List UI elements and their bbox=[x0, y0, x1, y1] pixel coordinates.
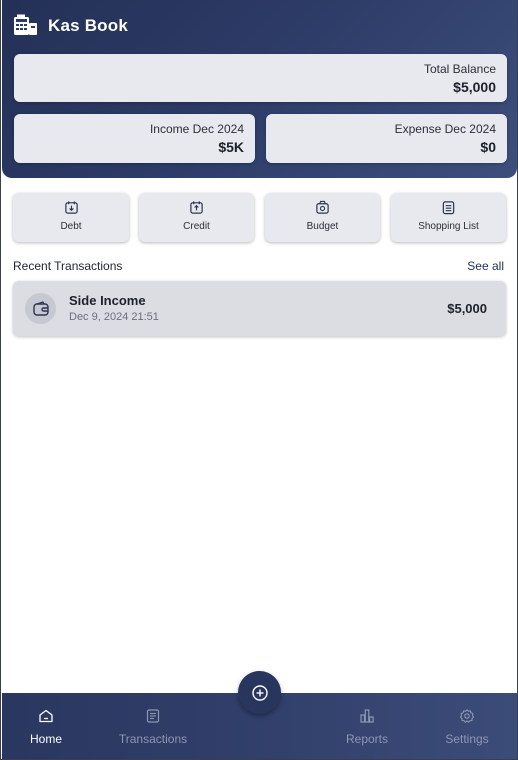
credit-icon bbox=[190, 201, 203, 214]
app-frame: Kas Book Total Balance $5,000 Income Dec… bbox=[0, 0, 518, 760]
transaction-row[interactable]: Side Income Dec 9, 2024 21:51 $5,000 bbox=[13, 281, 506, 336]
budget-icon bbox=[316, 200, 329, 214]
transaction-name: Side Income bbox=[69, 293, 146, 308]
nav-home-label: Home bbox=[29, 732, 62, 746]
nav-settings-label: Settings bbox=[445, 732, 489, 746]
nav-transactions[interactable]: Transactions bbox=[112, 693, 194, 759]
reports-icon bbox=[360, 709, 374, 723]
income-label: Income Dec 2024 bbox=[149, 122, 244, 136]
see-all-link[interactable]: See all bbox=[467, 259, 504, 273]
debt-icon bbox=[64, 201, 78, 214]
income-card[interactable]: Income Dec 2024 $5K bbox=[14, 114, 255, 163]
credit-label: Credit bbox=[183, 221, 210, 232]
income-value: $5K bbox=[218, 139, 244, 155]
nav-settings[interactable]: Settings bbox=[438, 693, 496, 759]
transaction-date: Dec 9, 2024 21:51 bbox=[69, 311, 159, 323]
budget-button[interactable]: Budget bbox=[265, 193, 380, 242]
brand: Kas Book bbox=[13, 14, 128, 38]
shopping-list-label: Shopping List bbox=[418, 221, 479, 232]
nav-reports-label: Reports bbox=[345, 732, 389, 746]
budget-label: Budget bbox=[306, 221, 339, 232]
total-balance-card[interactable]: Total Balance $5,000 bbox=[14, 54, 507, 102]
shopping-list-button[interactable]: Shopping List bbox=[391, 193, 506, 242]
transaction-amount: $5,000 bbox=[447, 301, 487, 316]
expense-label: Expense Dec 2024 bbox=[394, 122, 496, 136]
expense-card[interactable]: Expense Dec 2024 $0 bbox=[266, 114, 507, 163]
transaction-icon-badge bbox=[25, 293, 56, 324]
add-transaction-button[interactable] bbox=[238, 671, 281, 714]
nav-reports[interactable]: Reports bbox=[338, 693, 396, 759]
total-balance-label: Total Balance bbox=[423, 62, 496, 76]
debt-label: Debt bbox=[60, 221, 82, 232]
add-icon bbox=[251, 684, 268, 701]
wallet-icon bbox=[32, 300, 49, 316]
debt-button[interactable]: Debt bbox=[13, 193, 129, 242]
nav-transactions-label: Transactions bbox=[118, 732, 188, 746]
transactions-icon bbox=[146, 709, 160, 723]
cash-register-icon bbox=[14, 14, 37, 35]
expense-value: $0 bbox=[480, 139, 496, 155]
app-title: Kas Book bbox=[48, 16, 129, 35]
settings-icon bbox=[459, 709, 475, 723]
credit-button[interactable]: Credit bbox=[139, 193, 254, 242]
total-balance-value: $5,000 bbox=[453, 79, 496, 95]
home-icon bbox=[39, 709, 53, 723]
header: Kas Book Total Balance $5,000 Income Dec… bbox=[2, 0, 517, 178]
shopping-list-icon bbox=[442, 201, 455, 215]
recent-transactions-title: Recent Transactions bbox=[13, 259, 123, 273]
nav-home[interactable]: Home bbox=[20, 693, 72, 759]
